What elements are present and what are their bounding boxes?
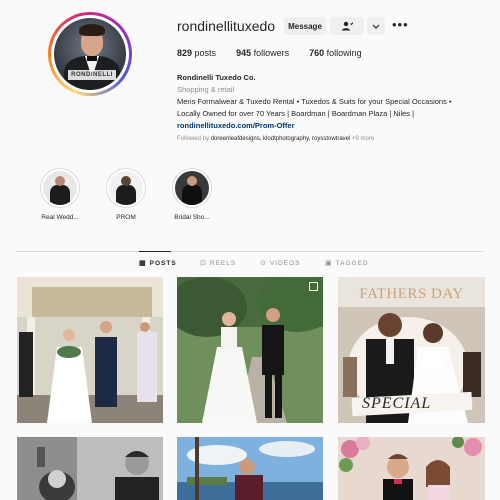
followed-by-prefix: Followed by: [177, 136, 210, 142]
highlight-ring: [40, 168, 80, 208]
highlight-bridal-show[interactable]: Bridal Sho...: [162, 168, 222, 221]
highlight-ring: [172, 168, 212, 208]
chevron-down-icon: [372, 24, 380, 29]
profile-stats: 829 posts 945 followers 760 following: [177, 48, 382, 58]
fathers-day-title: FATHERS DAY: [359, 286, 464, 302]
following-count: 760: [309, 48, 325, 58]
tab-posts-label: POSTS: [149, 260, 177, 267]
highlight-prom[interactable]: PROM: [96, 168, 156, 221]
highlight-figure-body: [50, 185, 70, 205]
tab-tagged-label: TAGGED: [335, 260, 369, 267]
followed-by[interactable]: Followed by doreenleafdesigns, klodtphot…: [177, 136, 374, 142]
tab-tagged[interactable]: ▣ TAGGED: [325, 260, 369, 267]
followers-stat-label: followers: [253, 48, 290, 58]
tab-videos[interactable]: ⊙ VIDEOS: [260, 260, 300, 267]
highlight-real-weddings[interactable]: Real Wedd...: [30, 168, 90, 221]
tagged-icon: ▣: [325, 260, 333, 267]
bio-line-2: Locally Owned for over 70 Years | Boardm…: [177, 109, 415, 118]
posts-stat-label: posts: [194, 48, 217, 58]
tab-reels[interactable]: ⊡ REELS: [200, 260, 236, 267]
post-tile[interactable]: [17, 437, 163, 500]
followers-count: 945: [236, 48, 252, 58]
avatar-border: RONDINELLI: [51, 15, 129, 93]
message-button[interactable]: Message: [284, 17, 326, 35]
tab-posts[interactable]: ▦ POSTS: [139, 260, 177, 267]
followers-stat[interactable]: 945 followers: [236, 48, 289, 58]
highlight-label: Real Wedd...: [41, 214, 79, 221]
highlight-label: Bridal Sho...: [174, 214, 210, 221]
bio-name: Rondinelli Tuxedo Co.: [177, 73, 256, 82]
posts-count: 829: [177, 48, 193, 58]
bio-category: Shopping & retail: [177, 85, 235, 94]
highlight-figure-head: [55, 176, 65, 186]
tabs-divider: [16, 251, 484, 252]
active-tab-indicator: [139, 251, 171, 252]
highlight-thumbnail: [43, 171, 77, 205]
followed-by-more: +9 more: [352, 136, 375, 142]
avatar-image: RONDINELLI: [54, 18, 126, 90]
highlight-thumbnail: [175, 171, 209, 205]
highlight-ring: [106, 168, 146, 208]
highlight-figure-body: [116, 185, 136, 205]
post-tile[interactable]: [338, 437, 485, 500]
post-tile[interactable]: [177, 277, 323, 423]
post-image-lake: [177, 437, 323, 500]
bio-link[interactable]: rondinellituxedo.com/Prom-Offer: [177, 120, 477, 132]
following-stat-label: following: [326, 48, 362, 58]
highlight-thumbnail: [109, 171, 143, 205]
avatar-logo-text: RONDINELLI: [68, 70, 116, 80]
post-tile[interactable]: [17, 277, 163, 423]
following-stat[interactable]: 760 following: [309, 48, 362, 58]
suggested-accounts-button[interactable]: [367, 17, 385, 35]
highlight-figure-head: [187, 176, 197, 186]
followed-by-names: doreenleafdesigns, klodtphotography, roy…: [210, 136, 351, 142]
profile-bio: Rondinelli Tuxedo Co. Shopping & retail …: [177, 72, 477, 132]
profile-username: rondinellituxedo: [177, 18, 276, 34]
highlight-figure-head: [121, 176, 131, 186]
post-image-floral-couple: [338, 437, 485, 500]
special-text: SPECIAL: [362, 395, 432, 412]
post-image-couple-park: [177, 277, 323, 423]
post-image-bw-groom: [17, 437, 163, 500]
profile-avatar[interactable]: RONDINELLI: [48, 12, 132, 96]
highlight-label: PROM: [116, 214, 136, 221]
post-tile[interactable]: [177, 437, 323, 500]
more-icon[interactable]: •••: [392, 18, 409, 31]
follow-person-icon: [342, 21, 353, 31]
highlight-figure-body: [182, 185, 202, 205]
tab-reels-label: REELS: [209, 260, 237, 267]
avatar-hair: [79, 24, 105, 36]
post-image-wedding: [17, 277, 163, 423]
follow-button[interactable]: [330, 17, 364, 35]
posts-stat[interactable]: 829 posts: [177, 48, 216, 58]
grid-icon: ▦: [139, 260, 147, 267]
video-icon: ⊙: [260, 260, 267, 267]
post-tile[interactable]: FATHERS DAY SPECIAL: [338, 277, 485, 423]
multiple-photos-icon: [309, 282, 318, 291]
reels-icon: ⊡: [200, 260, 207, 267]
tab-videos-label: VIDEOS: [269, 260, 301, 267]
avatar-bowtie: [87, 56, 97, 61]
bio-line-1: Mens Formalwear & Tuxedo Rental • Tuxedo…: [177, 97, 452, 106]
profile-tabs: ▦ POSTS ⊡ REELS ⊙ VIDEOS ▣ TAGGED: [0, 260, 500, 272]
